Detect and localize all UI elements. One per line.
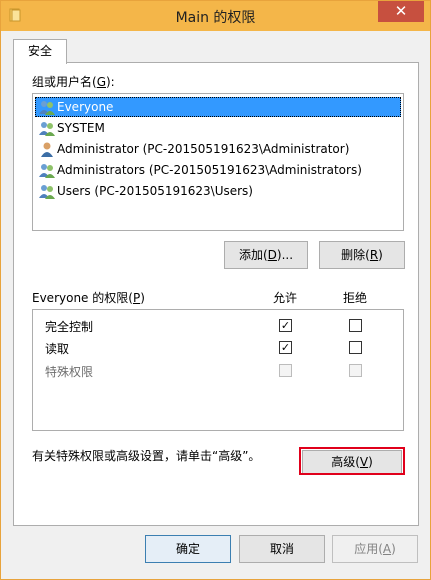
- allow-checkbox: [279, 364, 292, 377]
- user-name: Administrator (PC-201505191623\Administr…: [57, 142, 350, 156]
- user-group-icon: [39, 101, 55, 115]
- tab-security[interactable]: 安全: [13, 39, 67, 64]
- permissions-dialog: Main 的权限 ✕ 安全 组或用户名(G): Everyone SYSTEM: [0, 0, 431, 580]
- list-item-administrator[interactable]: Administrator (PC-201505191623\Administr…: [35, 139, 401, 159]
- list-item-system[interactable]: SYSTEM: [35, 118, 401, 138]
- user-list[interactable]: Everyone SYSTEM Administrator (PC-201505…: [32, 93, 404, 231]
- allow-checkbox[interactable]: ✓: [279, 341, 292, 354]
- deny-checkbox[interactable]: [349, 341, 362, 354]
- group-users-label: 组或用户名(G):: [32, 75, 115, 89]
- permissions-label: Everyone 的权限(P): [32, 291, 145, 305]
- user-icon: [41, 142, 53, 157]
- highlight-box: [299, 447, 405, 475]
- cancel-button[interactable]: 取消: [239, 535, 325, 563]
- user-group-icon: [39, 164, 55, 178]
- user-group-icon: [39, 122, 55, 136]
- permissions-list: 完全控制 ✓ 读取 ✓ 特殊权限: [32, 309, 404, 431]
- perm-row-read: 读取 ✓: [33, 337, 403, 359]
- close-button[interactable]: ✕: [378, 1, 424, 22]
- permission-name: 读取: [45, 342, 70, 356]
- user-name: Everyone: [57, 100, 114, 114]
- apply-button[interactable]: 应用(A): [332, 535, 418, 563]
- user-name: SYSTEM: [57, 121, 105, 135]
- window-title: Main 的权限: [175, 10, 256, 26]
- deny-column-header: 拒绝: [343, 291, 368, 305]
- title-bar[interactable]: Main 的权限 ✕: [1, 1, 430, 31]
- allow-column-header: 允许: [273, 291, 298, 305]
- list-item-users[interactable]: Users (PC-201505191623\Users): [35, 181, 401, 201]
- permission-name: 完全控制: [45, 320, 94, 334]
- deny-checkbox: [349, 364, 362, 377]
- user-group-icon: [39, 185, 55, 199]
- permission-name: 特殊权限: [45, 365, 94, 379]
- list-item-administrators[interactable]: Administrators (PC-201505191623\Administ…: [35, 160, 401, 180]
- deny-checkbox[interactable]: [349, 319, 362, 332]
- list-item-everyone[interactable]: Everyone: [35, 97, 401, 117]
- security-tab-panel: 组或用户名(G): Everyone SYSTEM Administrator …: [13, 62, 419, 526]
- ok-button[interactable]: 确定: [145, 535, 231, 563]
- remove-button[interactable]: 删除(R): [319, 241, 405, 269]
- advanced-note: 有关特殊权限或高级设置，请单击“高级”。: [32, 449, 261, 463]
- user-name: Administrators (PC-201505191623\Administ…: [57, 163, 362, 177]
- perm-row-special: 特殊权限: [33, 360, 403, 382]
- perm-row-full-control: 完全控制 ✓: [33, 315, 403, 337]
- user-name: Users (PC-201505191623\Users): [57, 184, 253, 198]
- add-button[interactable]: 添加(D)...: [224, 241, 308, 269]
- allow-checkbox[interactable]: ✓: [279, 319, 292, 332]
